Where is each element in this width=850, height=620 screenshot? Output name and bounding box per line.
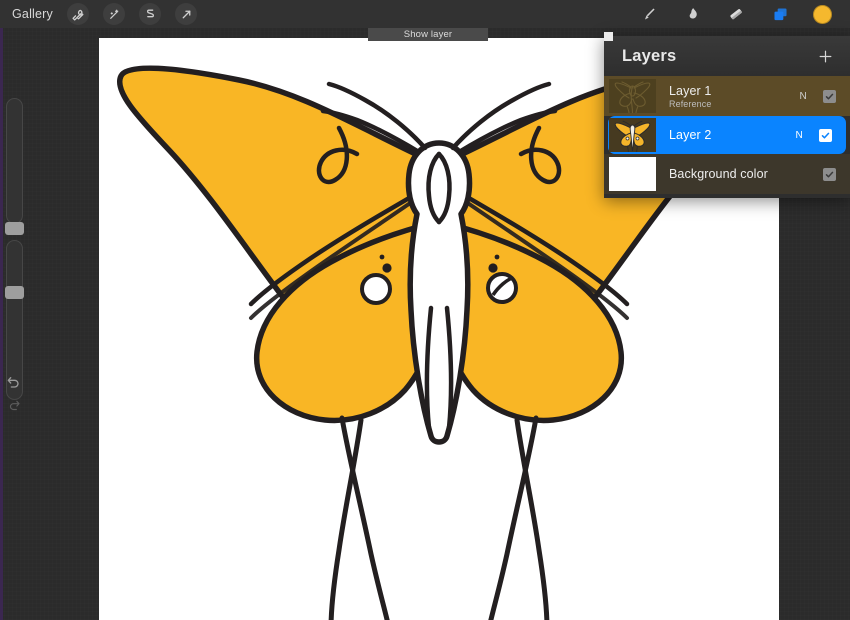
- layer-row[interactable]: Layer 1 Reference N: [604, 76, 850, 116]
- transform-arrow-icon[interactable]: [175, 3, 197, 25]
- layer-name: Layer 1: [669, 83, 712, 98]
- layer-name: Layer 2: [669, 128, 712, 142]
- redo-icon[interactable]: [4, 396, 24, 416]
- panel-title: Layers: [622, 46, 677, 65]
- magic-wand-icon[interactable]: [103, 3, 125, 25]
- brush-size-handle[interactable]: [5, 222, 24, 235]
- toolbar-right-group: [637, 4, 850, 24]
- layer-row[interactable]: Layer 2 N: [608, 116, 846, 154]
- layer-name: Background color: [669, 167, 768, 181]
- gallery-button[interactable]: Gallery: [12, 7, 53, 21]
- layer-text-group: Background color: [669, 167, 768, 181]
- procreate-window: Gallery Show layer Layers Layer 1 Refere…: [0, 0, 850, 620]
- blend-mode-label[interactable]: N: [795, 130, 803, 141]
- layer-row[interactable]: Background color: [604, 154, 850, 194]
- layer-sublabel: Reference: [669, 98, 712, 109]
- eraser-icon[interactable]: [725, 4, 747, 24]
- color-swatch[interactable]: [813, 4, 832, 24]
- layer-visibility-checkbox[interactable]: [819, 128, 832, 142]
- smudge-icon[interactable]: [681, 4, 703, 24]
- paintbrush-icon[interactable]: [637, 4, 659, 24]
- opacity-handle[interactable]: [5, 286, 24, 299]
- wrench-icon[interactable]: [67, 3, 89, 25]
- layer-visibility-checkbox[interactable]: [823, 89, 836, 103]
- layer-thumbnail[interactable]: [609, 157, 656, 191]
- layer-text-group: Layer 2: [669, 128, 711, 142]
- brush-size-slider[interactable]: [6, 98, 23, 224]
- layer-visibility-checkbox[interactable]: [823, 167, 836, 181]
- layers-panel-header: Layers: [604, 36, 850, 76]
- layer-thumbnail[interactable]: [609, 79, 656, 113]
- sidebar-edge-accent: [0, 28, 3, 620]
- layer-thumbnail[interactable]: [609, 118, 656, 152]
- layers-panel: Layers Layer 1 Reference N Layer 2 N Bac…: [604, 36, 850, 198]
- layers-icon[interactable]: [769, 4, 791, 24]
- selection-icon[interactable]: [139, 3, 161, 25]
- blend-mode-label[interactable]: N: [799, 91, 807, 102]
- toolbar-left-group: Gallery: [0, 3, 197, 25]
- tooltip-show-layer: Show layer: [368, 28, 488, 41]
- undo-icon[interactable]: [4, 373, 24, 393]
- add-layer-icon[interactable]: [814, 45, 836, 67]
- top-toolbar: Gallery: [0, 0, 850, 28]
- layer-text-group: Layer 1 Reference: [669, 84, 711, 109]
- left-sidebar: [0, 28, 28, 620]
- panel-pointer-nub: [604, 32, 613, 41]
